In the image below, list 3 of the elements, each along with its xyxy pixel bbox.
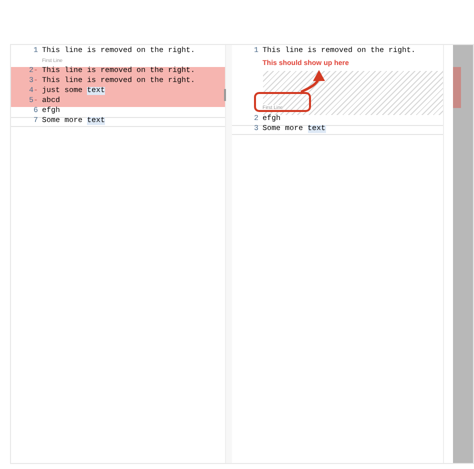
change-marker <box>453 67 462 108</box>
scroll-thumb <box>224 89 226 101</box>
callout-box <box>254 92 311 112</box>
